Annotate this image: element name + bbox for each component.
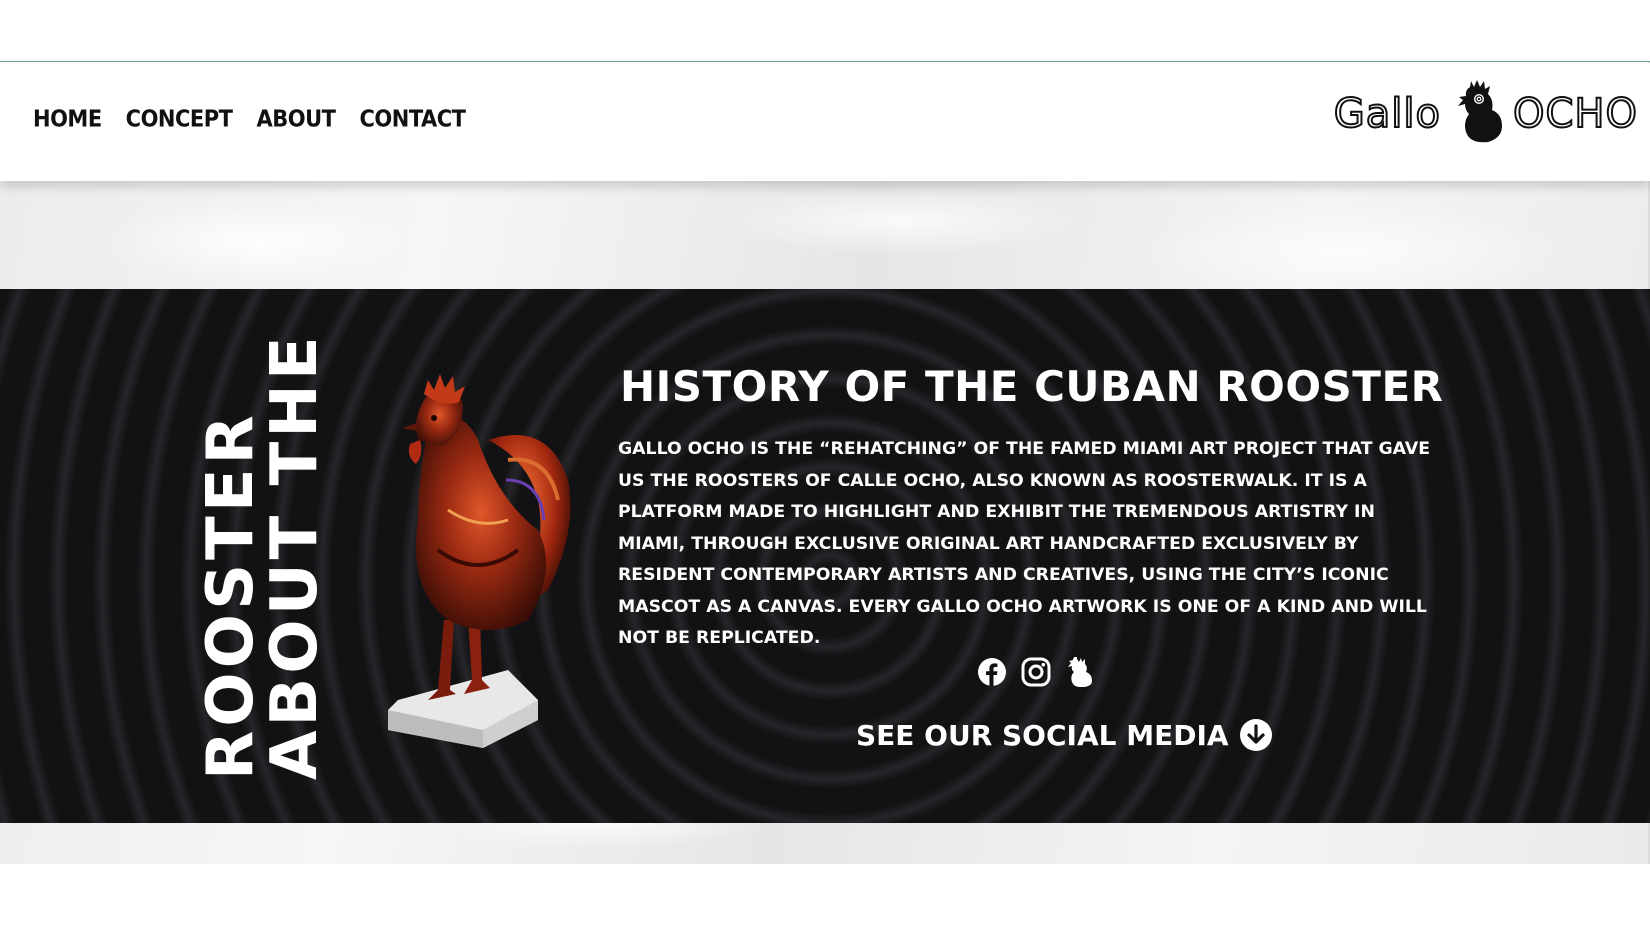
- logo-word-left: Gallo: [1333, 90, 1442, 138]
- vertical-title-line-2: ROOSTER: [194, 411, 268, 780]
- rooster-logo-icon: [1458, 80, 1503, 143]
- see-social-media-button[interactable]: SEE OUR SOCIAL MEDIA: [856, 718, 1273, 752]
- vertical-title-line-1: ABOUT THE: [258, 332, 332, 780]
- nav-concept-link[interactable]: CONCEPT: [126, 106, 233, 132]
- about-paragraph: GALLO OCHO IS THE “REHATCHING” OF THE FA…: [618, 439, 1431, 648]
- site-logo[interactable]: Gallo OCHO: [1333, 77, 1638, 151]
- instagram-icon[interactable]: [1021, 657, 1051, 687]
- nav-home-link[interactable]: HOME: [33, 106, 102, 132]
- rooster-icon[interactable]: [1065, 657, 1095, 687]
- social-icons-row: [977, 657, 1095, 687]
- top-strip: [0, 0, 1650, 62]
- section-headline: HISTORY OF THE CUBAN ROOSTER: [620, 362, 1444, 411]
- arrow-down-circle-icon: [1239, 719, 1272, 751]
- page-footer-space: [0, 864, 1650, 928]
- logo-word-right: OCHO: [1512, 90, 1638, 138]
- vertical-section-title: ROOSTER ABOUT THE: [194, 332, 332, 780]
- nav-contact-link[interactable]: CONTACT: [359, 106, 466, 132]
- see-social-media-label: SEE OUR SOCIAL MEDIA: [856, 718, 1229, 752]
- navbar: HOME CONCEPT ABOUT CONTACT Gallo OCHO: [0, 63, 1650, 181]
- main-nav: HOME CONCEPT ABOUT CONTACT: [33, 106, 466, 132]
- nav-about-link[interactable]: ABOUT: [256, 106, 336, 132]
- facebook-icon[interactable]: [977, 657, 1007, 687]
- rooster-sculpture-image: [388, 374, 571, 748]
